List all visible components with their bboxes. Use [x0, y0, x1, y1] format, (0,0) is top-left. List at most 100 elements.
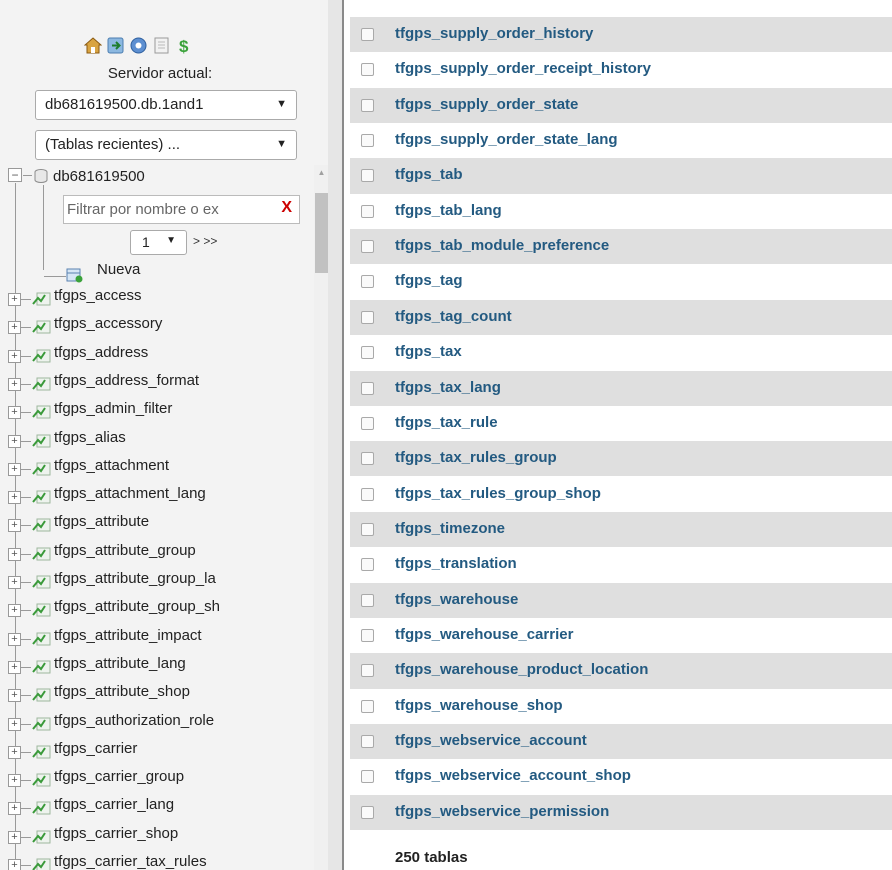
- row-checkbox[interactable]: [361, 28, 374, 41]
- table-name-link[interactable]: tfgps_tax: [395, 343, 462, 360]
- tree-item-label[interactable]: tfgps_carrier_lang: [54, 796, 174, 813]
- row-checkbox[interactable]: [361, 134, 374, 148]
- expand-icon[interactable]: +: [8, 859, 21, 870]
- tree-item-label[interactable]: tfgps_attribute_shop: [54, 683, 190, 700]
- row-checkbox[interactable]: [361, 169, 374, 183]
- row-checkbox[interactable]: [361, 240, 374, 254]
- expand-icon[interactable]: +: [8, 349, 21, 363]
- expand-icon[interactable]: +: [8, 604, 21, 618]
- table-name-link[interactable]: tfgps_tab_lang: [395, 202, 502, 219]
- tree-item-label[interactable]: tfgps_attachment: [54, 457, 169, 474]
- tree-item[interactable]: + tfgps_address_format: [0, 369, 328, 397]
- row-checkbox[interactable]: [361, 628, 374, 642]
- clear-filter-icon[interactable]: X: [281, 199, 292, 217]
- home-icon[interactable]: [83, 36, 102, 55]
- table-name-link[interactable]: tfgps_webservice_permission: [395, 803, 609, 820]
- expand-icon[interactable]: +: [8, 491, 21, 505]
- table-name-link[interactable]: tfgps_warehouse_product_location: [395, 661, 648, 678]
- table-name-link[interactable]: tfgps_tax_lang: [395, 379, 501, 396]
- tree-item[interactable]: + tfgps_attribute: [0, 510, 328, 538]
- scroll-thumb[interactable]: [315, 193, 328, 273]
- tree-item[interactable]: + tfgps_attachment: [0, 454, 328, 482]
- tree-item-label[interactable]: tfgps_address: [54, 344, 148, 361]
- tree-item[interactable]: + tfgps_alias: [0, 426, 328, 454]
- expand-icon[interactable]: +: [8, 689, 21, 703]
- table-name-link[interactable]: tfgps_supply_order_receipt_history: [395, 60, 651, 77]
- row-checkbox[interactable]: [361, 63, 374, 77]
- expand-icon[interactable]: +: [8, 462, 21, 476]
- row-checkbox[interactable]: [361, 593, 374, 607]
- table-name-link[interactable]: tfgps_supply_order_state_lang: [395, 131, 618, 148]
- row-checkbox[interactable]: [361, 770, 374, 784]
- row-checkbox[interactable]: [361, 310, 374, 324]
- tree-item-label[interactable]: tfgps_admin_filter: [54, 400, 172, 417]
- tree-item[interactable]: + tfgps_carrier_shop: [0, 822, 328, 850]
- tree-item[interactable]: + tfgps_attribute_shop: [0, 680, 328, 708]
- expand-icon[interactable]: +: [8, 321, 21, 335]
- tree-item[interactable]: + tfgps_accessory: [0, 312, 328, 340]
- table-filter-input[interactable]: Filtrar por nombre o ex X: [63, 195, 300, 224]
- table-name-link[interactable]: tfgps_timezone: [395, 520, 505, 537]
- expand-icon[interactable]: +: [8, 745, 21, 759]
- table-name-link[interactable]: tfgps_webservice_account_shop: [395, 767, 631, 784]
- tree-item[interactable]: + tfgps_authorization_role: [0, 709, 328, 737]
- tree-item[interactable]: + tfgps_attribute_impact: [0, 624, 328, 652]
- row-checkbox[interactable]: [361, 805, 374, 819]
- expand-icon[interactable]: +: [8, 802, 21, 816]
- database-name[interactable]: db681619500: [53, 168, 145, 185]
- tree-item[interactable]: + tfgps_access: [0, 284, 328, 312]
- table-name-link[interactable]: tfgps_tax_rules_group_shop: [395, 485, 601, 502]
- tree-item-label[interactable]: tfgps_carrier_shop: [54, 825, 178, 842]
- tree-item-label[interactable]: tfgps_carrier: [54, 740, 137, 757]
- tree-item-label[interactable]: tfgps_attribute: [54, 513, 149, 530]
- tree-item-label[interactable]: tfgps_attribute_group_sh: [54, 598, 220, 615]
- table-name-link[interactable]: tfgps_tab_module_preference: [395, 237, 609, 254]
- expand-icon[interactable]: +: [8, 576, 21, 589]
- tree-item-label[interactable]: tfgps_access: [54, 287, 142, 304]
- server-select[interactable]: db681619500.db.1and1 ▼: [35, 90, 297, 120]
- row-checkbox[interactable]: [361, 522, 374, 536]
- table-name-link[interactable]: tfgps_supply_order_state: [395, 96, 578, 113]
- tree-item-label[interactable]: tfgps_attachment_lang: [54, 485, 206, 502]
- tree-item-label[interactable]: tfgps_carrier_group: [54, 768, 184, 785]
- expand-icon[interactable]: +: [8, 293, 21, 306]
- expand-icon[interactable]: +: [8, 377, 21, 391]
- recent-tables-select[interactable]: (Tablas recientes) ... ▼: [35, 130, 297, 160]
- tree-item-label[interactable]: tfgps_authorization_role: [54, 712, 214, 729]
- table-name-link[interactable]: tfgps_warehouse: [395, 591, 518, 608]
- tree-item[interactable]: + tfgps_attribute_group_sh: [0, 595, 328, 623]
- page-nav-links[interactable]: > >>: [193, 234, 217, 248]
- row-checkbox[interactable]: [361, 558, 374, 572]
- table-name-link[interactable]: tfgps_webservice_account: [395, 732, 587, 749]
- row-checkbox[interactable]: [361, 98, 374, 112]
- expand-icon[interactable]: +: [8, 774, 21, 788]
- row-checkbox[interactable]: [361, 204, 374, 218]
- tree-item-label[interactable]: tfgps_alias: [54, 429, 126, 446]
- logout-icon[interactable]: [106, 36, 125, 55]
- row-checkbox[interactable]: [361, 664, 374, 678]
- table-name-link[interactable]: tfgps_supply_order_history: [395, 25, 593, 42]
- row-checkbox[interactable]: [361, 699, 374, 713]
- tree-item[interactable]: + tfgps_carrier_lang: [0, 793, 328, 821]
- expand-icon[interactable]: +: [8, 717, 21, 731]
- row-checkbox[interactable]: [361, 416, 374, 430]
- table-name-link[interactable]: tfgps_tax_rule: [395, 414, 498, 431]
- row-checkbox[interactable]: [361, 452, 374, 466]
- tree-item[interactable]: + tfgps_attribute_lang: [0, 652, 328, 680]
- table-name-link[interactable]: tfgps_tag: [395, 272, 463, 289]
- tree-item[interactable]: + tfgps_attribute_group: [0, 539, 328, 567]
- table-name-link[interactable]: tfgps_tax_rules_group: [395, 449, 557, 466]
- table-name-link[interactable]: tfgps_warehouse_shop: [395, 697, 563, 714]
- expand-icon[interactable]: +: [8, 434, 21, 448]
- expand-icon[interactable]: +: [8, 547, 21, 561]
- tree-item-label[interactable]: tfgps_attribute_impact: [54, 627, 202, 644]
- expand-icon[interactable]: +: [8, 519, 21, 533]
- page-select[interactable]: 1 ▼: [130, 230, 187, 255]
- tree-item[interactable]: + tfgps_address: [0, 341, 328, 369]
- row-checkbox[interactable]: [361, 735, 374, 748]
- help-icon[interactable]: [129, 36, 148, 55]
- tree-item-label[interactable]: tfgps_address_format: [54, 372, 199, 389]
- row-checkbox[interactable]: [361, 275, 374, 289]
- expand-icon[interactable]: +: [8, 632, 21, 646]
- tree-item[interactable]: + tfgps_carrier_tax_rules: [0, 850, 328, 870]
